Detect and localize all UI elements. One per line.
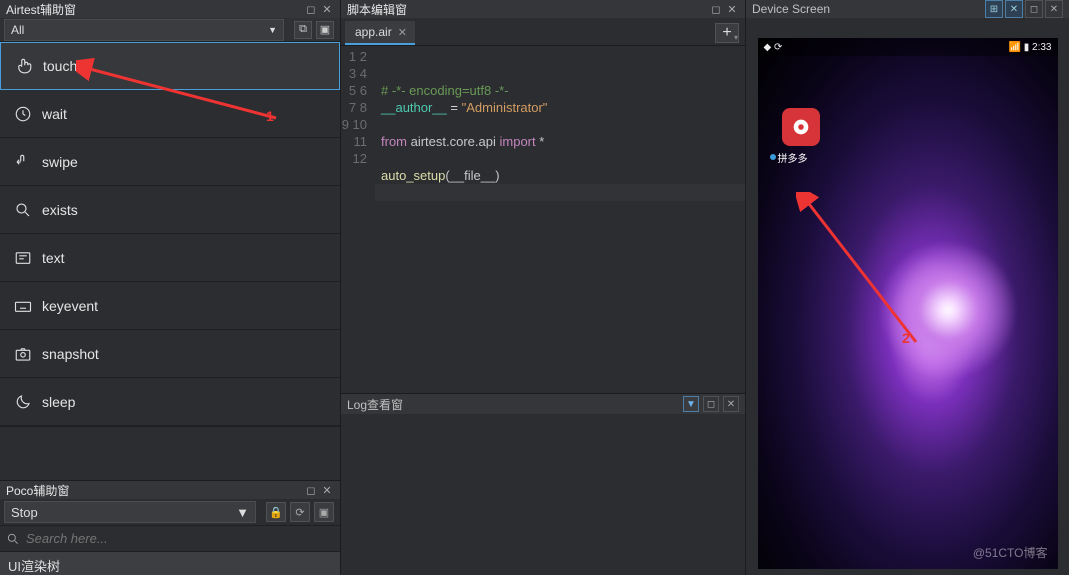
log-body: [341, 414, 745, 575]
camera-icon: [14, 345, 32, 363]
battery-icon: ▮: [1024, 42, 1030, 53]
poco-panel-header: Poco辅助窗 ◻ ✕: [0, 481, 340, 499]
text-icon: [14, 249, 32, 267]
keyboard-icon: [14, 297, 32, 315]
app-label: 拼多多: [778, 150, 808, 165]
code-editor[interactable]: 1 2 3 4 5 6 7 8 9 10 11 12 # -*- encodin…: [341, 46, 745, 393]
chevron-down-icon: ▼: [268, 25, 277, 35]
restore-icon[interactable]: ◻: [703, 396, 719, 412]
airtest-panel-header: Airtest辅助窗 ◻ ✕: [0, 0, 340, 18]
notification-dot: [770, 154, 776, 160]
cmd-exists[interactable]: exists: [0, 186, 340, 234]
app-icon-pinduoduo[interactable]: [782, 108, 820, 146]
poco-search-input[interactable]: [26, 531, 334, 546]
capture-icon[interactable]: ▣: [316, 21, 334, 39]
close-icon[interactable]: ✕: [1045, 0, 1063, 18]
close-icon[interactable]: ✕: [725, 2, 739, 16]
close-icon[interactable]: ✕: [723, 396, 739, 412]
cmd-keyevent[interactable]: keyevent: [0, 282, 340, 330]
new-tab-button[interactable]: +▾: [715, 23, 739, 43]
cmd-text[interactable]: text: [0, 234, 340, 282]
close-icon[interactable]: ✕: [320, 483, 334, 497]
tools-icon[interactable]: ✕: [1005, 0, 1023, 18]
status-left-icon: ◆ ⟳: [764, 42, 783, 53]
poco-mode-dropdown[interactable]: Stop ▼: [4, 501, 256, 523]
search-icon: [14, 201, 32, 219]
record-icon[interactable]: ▣: [314, 502, 334, 522]
close-icon[interactable]: ✕: [320, 2, 334, 16]
cmd-swipe[interactable]: swipe: [0, 138, 340, 186]
airtest-panel-title: Airtest辅助窗: [6, 1, 76, 18]
cmd-sleep[interactable]: sleep: [0, 378, 340, 426]
chevron-down-icon: ▼: [236, 505, 249, 520]
annotation-1: 1: [266, 108, 274, 124]
restore-icon[interactable]: ◻: [304, 483, 318, 497]
device-panel-header: Device Screen ⊞ ✕ ◻ ✕: [746, 0, 1069, 18]
cmd-label: touch: [43, 58, 77, 74]
restore-icon[interactable]: ◻: [709, 2, 723, 16]
device-screen[interactable]: ◆ ⟳ 📶 ▮ 2:33 拼多多 @51CTO博客: [758, 38, 1058, 569]
clock-icon: [14, 105, 32, 123]
search-icon: [6, 532, 20, 546]
filter-icon[interactable]: ▼: [683, 396, 699, 412]
phone-statusbar: ◆ ⟳ 📶 ▮ 2:33: [758, 38, 1058, 56]
script-panel-header: 脚本编辑窗 ◻ ✕: [341, 0, 745, 18]
watermark: @51CTO博客: [973, 544, 1048, 561]
lock-icon[interactable]: 🔒: [266, 502, 286, 522]
touch-icon: [15, 57, 33, 75]
cmd-wait[interactable]: wait: [0, 90, 340, 138]
tab-app-air[interactable]: app.air ✕: [345, 21, 415, 45]
log-panel-header: Log查看窗 ▼ ◻ ✕: [341, 394, 745, 414]
grid-icon[interactable]: ⊞: [985, 0, 1003, 18]
cmd-touch[interactable]: touch: [0, 42, 340, 90]
refresh-icon[interactable]: ⟳: [290, 502, 310, 522]
close-tab-icon[interactable]: ✕: [398, 26, 407, 39]
record-icon[interactable]: ⧉: [294, 21, 312, 39]
filter-dropdown[interactable]: All ▼: [4, 19, 284, 41]
annotation-2: 2: [902, 330, 910, 346]
moon-icon: [14, 393, 32, 411]
restore-icon[interactable]: ◻: [1025, 0, 1043, 18]
cmd-snapshot[interactable]: snapshot: [0, 330, 340, 378]
restore-icon[interactable]: ◻: [304, 2, 318, 16]
ui-tree-header[interactable]: UI渲染树: [0, 551, 340, 575]
swipe-icon: [14, 153, 32, 171]
line-gutter: 1 2 3 4 5 6 7 8 9 10 11 12: [341, 46, 375, 393]
wifi-icon: 📶: [1009, 42, 1021, 53]
